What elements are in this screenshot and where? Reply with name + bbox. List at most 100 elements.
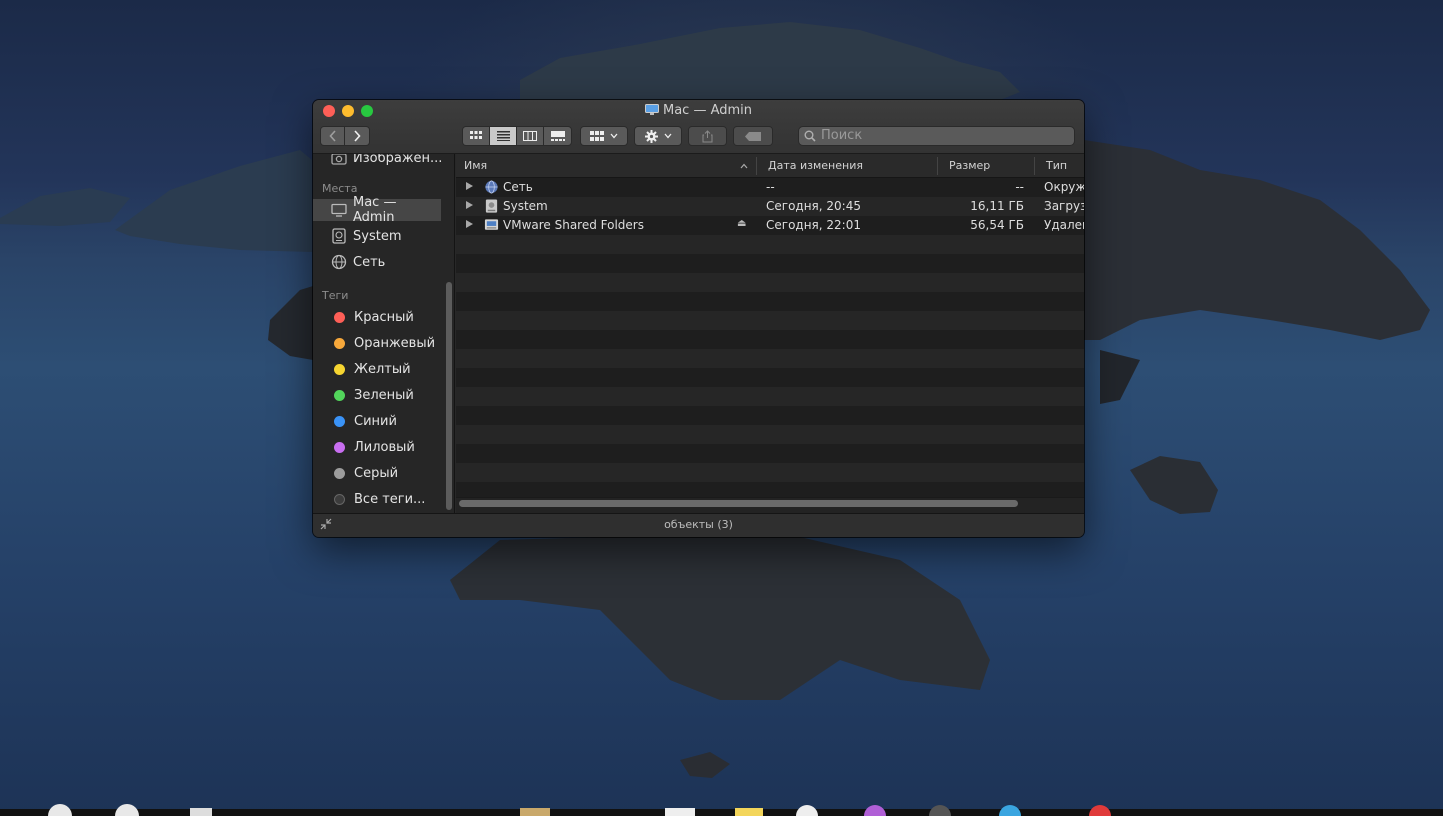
gallery-view-icon (550, 131, 565, 141)
search-placeholder: Поиск (821, 128, 863, 143)
gray-tag-icon (334, 467, 345, 479)
tag-label: Красный (354, 309, 414, 325)
sidebar: Изображен... Места Mac — Admin System Се… (313, 154, 455, 513)
file-date: -- (766, 180, 775, 194)
tag-icon (745, 131, 761, 141)
tag-purple[interactable]: Лиловый (313, 436, 441, 458)
table-row[interactable]: VMware Shared Folders ⏏ Сегодня, 22:01 5… (456, 216, 1084, 235)
collapse-sidebar-icon[interactable] (320, 518, 332, 530)
file-kind: Окруж (1044, 180, 1084, 194)
titlebar: Mac — Admin Поиск (313, 100, 1084, 154)
orange-tag-icon (334, 337, 345, 349)
disk-icon (332, 228, 346, 244)
file-date: Сегодня, 22:01 (766, 218, 861, 232)
file-name: Сеть (503, 180, 533, 194)
column-kind[interactable]: Тип (1046, 159, 1067, 172)
tag-label: Желтый (354, 361, 411, 377)
column-size[interactable]: Размер (949, 159, 990, 172)
sidebar-scrollbar[interactable] (446, 282, 452, 510)
column-name[interactable]: Имя (464, 159, 487, 172)
file-size: 16,11 ГБ (970, 199, 1024, 213)
sidebar-item-network[interactable]: Сеть (313, 251, 441, 273)
tag-gray[interactable]: Серый (313, 462, 441, 484)
column-date[interactable]: Дата изменения (768, 159, 863, 172)
disclosure-triangle-icon[interactable] (466, 182, 473, 190)
tags-button[interactable] (733, 126, 773, 146)
tag-label: Все теги... (354, 491, 426, 507)
gallery-view-button[interactable] (544, 127, 571, 145)
dock (0, 804, 1443, 816)
icon-view-button[interactable] (463, 127, 490, 145)
chevron-down-icon (610, 133, 618, 139)
chevron-right-icon (354, 130, 361, 142)
status-text: объекты (3) (664, 518, 733, 531)
window-title: Mac — Admin (313, 103, 1084, 118)
tags-header: Теги (322, 289, 349, 302)
group-button[interactable] (580, 126, 628, 146)
sidebar-item-label: Mac — Admin (353, 195, 397, 225)
file-size: 56,54 ГБ (970, 218, 1024, 232)
tag-yellow[interactable]: Желтый (313, 358, 441, 380)
sidebar-item-label: Изображен... (353, 154, 443, 166)
list-view-icon (496, 131, 510, 141)
file-kind: Загруз (1044, 199, 1084, 213)
sort-ascending-icon (740, 163, 748, 169)
column-header: Имя Дата изменения Размер Тип (456, 154, 1084, 178)
tag-blue[interactable]: Синий (313, 410, 441, 432)
computer-icon (331, 203, 347, 217)
column-view-button[interactable] (517, 127, 544, 145)
back-button[interactable] (321, 127, 345, 145)
search-icon (804, 130, 816, 142)
tag-label: Серый (354, 465, 399, 481)
purple-tag-icon (334, 441, 345, 453)
file-kind: Удален (1044, 218, 1084, 232)
all-tags-icon (334, 493, 345, 505)
tag-red[interactable]: Красный (313, 306, 441, 328)
disk-icon (485, 199, 498, 213)
red-tag-icon (334, 311, 345, 323)
disclosure-triangle-icon[interactable] (466, 220, 473, 228)
tag-label: Лиловый (354, 439, 415, 455)
tag-green[interactable]: Зеленый (313, 384, 441, 406)
search-input[interactable]: Поиск (798, 126, 1075, 146)
tag-orange[interactable]: Оранжевый (313, 332, 441, 354)
status-bar: объекты (3) (313, 513, 1084, 537)
share-button[interactable] (688, 126, 727, 146)
sidebar-item-label: Сеть (353, 254, 386, 270)
network-icon (331, 254, 347, 270)
blue-tag-icon (334, 415, 345, 427)
tag-label: Зеленый (354, 387, 414, 403)
network-disk-icon (484, 219, 499, 230)
gear-icon (644, 129, 658, 143)
file-name: System (503, 199, 548, 213)
share-icon (702, 129, 713, 142)
finder-window: Mac — Admin Поиск Изображен... Места Mac… (313, 100, 1084, 537)
sidebar-item-images[interactable]: Изображен... (313, 154, 443, 169)
eject-icon[interactable]: ⏏ (737, 218, 746, 229)
chevron-left-icon (328, 130, 336, 142)
sidebar-item-mac-admin[interactable]: Mac — Admin (313, 195, 441, 225)
disclosure-triangle-icon[interactable] (466, 201, 473, 209)
network-icon (485, 180, 498, 194)
yellow-tag-icon (334, 363, 345, 375)
nav-buttons (320, 126, 370, 146)
forward-button[interactable] (345, 127, 369, 145)
camera-icon (331, 154, 347, 165)
tag-label: Оранжевый (354, 335, 436, 351)
view-switcher (462, 126, 572, 146)
tag-label: Синий (354, 413, 397, 429)
column-view-icon (523, 131, 537, 141)
action-button[interactable] (634, 126, 682, 146)
file-list: Имя Дата изменения Размер Тип Сеть -- --… (456, 154, 1084, 513)
tag-all[interactable]: Все теги... (313, 488, 441, 510)
table-row[interactable]: Сеть -- -- Окруж (456, 178, 1084, 197)
table-row[interactable]: System Сегодня, 20:45 16,11 ГБ Загруз (456, 197, 1084, 216)
horizontal-scrollbar[interactable] (459, 500, 1018, 507)
icon-view-icon (470, 131, 482, 139)
sidebar-item-system[interactable]: System (313, 225, 441, 247)
list-view-button[interactable] (490, 127, 517, 145)
file-size: -- (1015, 180, 1024, 194)
green-tag-icon (334, 389, 345, 401)
file-name: VMware Shared Folders (503, 218, 644, 232)
file-date: Сегодня, 20:45 (766, 199, 861, 213)
